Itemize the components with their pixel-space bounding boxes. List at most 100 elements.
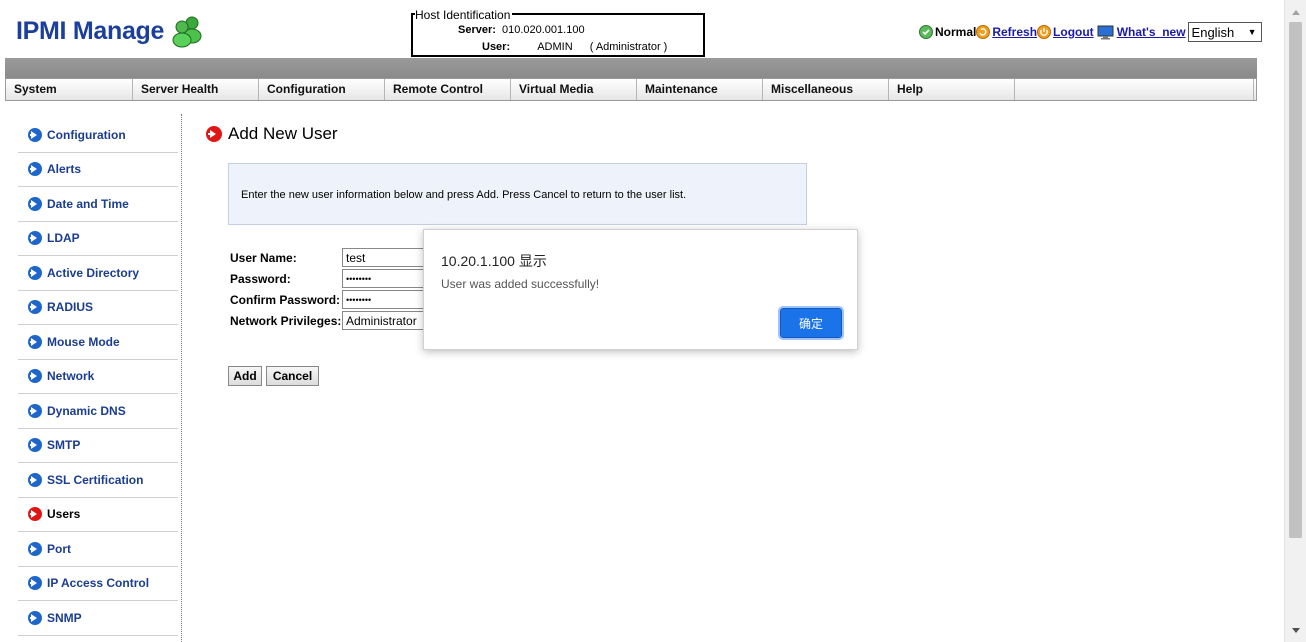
add-button[interactable]: Add	[228, 366, 262, 386]
refresh-label[interactable]: Refresh	[992, 25, 1037, 39]
sidebar-divider	[181, 114, 182, 642]
confirm-password-row: Confirm Password: ••••••••	[230, 290, 424, 309]
confirm-password-label: Confirm Password:	[230, 292, 341, 307]
sidebar-item-label: LDAP	[47, 231, 80, 246]
sidebar-item-label: Users	[47, 507, 81, 522]
nav-item-server-health[interactable]: Server Health	[133, 79, 259, 100]
sidebar-item-smtp[interactable]: SMTP	[18, 429, 178, 463]
arrow-circle-icon	[28, 507, 42, 522]
cancel-button[interactable]: Cancel	[266, 366, 319, 386]
whats-new-link[interactable]: What's new	[1097, 25, 1186, 40]
nav-item-system[interactable]: System	[6, 79, 133, 100]
sidebar-item-label: Port	[47, 541, 71, 556]
sidebar-item-label: Date and Time	[47, 196, 129, 211]
sidebar-item-port[interactable]: Port	[18, 532, 178, 567]
host-server-label: Server:	[458, 24, 496, 36]
page-title: Add New User	[206, 124, 338, 144]
username-label: User Name:	[230, 250, 297, 265]
arrow-circle-icon	[28, 576, 42, 591]
sidebar-item-label: SMTP	[47, 438, 81, 453]
language-value: English	[1191, 24, 1235, 40]
nav-item-virtual-media[interactable]: Virtual Media	[511, 79, 637, 100]
host-identification-box: Host Identification Server: 010.020.001.…	[411, 9, 705, 57]
logout-label[interactable]: Logout	[1053, 25, 1094, 39]
info-text: Enter the new user information below and…	[241, 189, 687, 201]
sidebar-item-alerts[interactable]: Alerts	[18, 153, 178, 187]
privileges-label: Network Privileges:	[230, 313, 342, 328]
sidebar-item-ldap[interactable]: LDAP	[18, 222, 178, 256]
sidebar-item-label: Mouse Mode	[47, 334, 120, 349]
arrow-circle-icon	[28, 127, 42, 142]
scrollbar-thumb[interactable]	[1289, 22, 1302, 538]
sidebar-item-ip-access-control[interactable]: IP Access Control	[18, 567, 178, 601]
host-user-label: User:	[482, 41, 511, 53]
arrow-circle-icon	[28, 610, 42, 625]
alert-dialog: 10.20.1.100 显示 User was added successful…	[423, 229, 858, 350]
password-input[interactable]: ••••••••	[342, 269, 424, 288]
dialog-ok-button[interactable]: 确定	[778, 306, 844, 340]
arrow-circle-icon	[28, 541, 42, 556]
sidebar-item-mouse-mode[interactable]: Mouse Mode	[18, 325, 178, 360]
host-user-role: ( Administrator )	[589, 41, 668, 53]
host-user-row: User: ADMIN ( Administrator )	[482, 41, 667, 53]
sidebar-item-label: IP Access Control	[47, 576, 150, 591]
logout-link[interactable]: Logout	[1037, 25, 1094, 39]
header: IPMI Manage Host Identification Server: …	[0, 0, 1284, 58]
arrow-circle-icon	[28, 196, 42, 211]
sidebar-item-radius[interactable]: RADIUS	[18, 291, 178, 325]
host-identification-title: Host Identification	[415, 8, 513, 22]
sidebar-item-label: Active Directory	[47, 265, 140, 280]
status-ok-icon	[919, 25, 933, 39]
arrow-circle-icon	[28, 162, 42, 177]
sidebar-item-dynamic-dns[interactable]: Dynamic DNS	[18, 394, 178, 429]
sidebar-item-ssl-certification[interactable]: SSL Certification	[18, 463, 178, 498]
whats-new-label[interactable]: What's new	[1117, 25, 1186, 39]
sidebar-item-date-and-time[interactable]: Date and Time	[18, 187, 178, 222]
refresh-icon	[976, 25, 991, 39]
arrow-circle-icon	[28, 472, 42, 487]
title-arrow-icon	[206, 126, 222, 142]
scroll-up-arrow-icon[interactable]	[1292, 10, 1300, 15]
sidebar-item-label: Network	[47, 369, 95, 384]
arrow-circle-icon	[28, 265, 42, 280]
sidebar-item-label: Alerts	[47, 162, 82, 177]
dropdown-arrow-icon: ▼	[1247, 27, 1257, 37]
arrow-circle-icon	[28, 334, 42, 349]
nav-item-configuration[interactable]: Configuration	[259, 79, 385, 100]
arrow-circle-icon	[28, 231, 42, 246]
dialog-title: 10.20.1.100 显示	[441, 253, 547, 269]
scroll-down-arrow-icon[interactable]	[1292, 628, 1300, 633]
users-logo-icon	[172, 16, 202, 48]
sidebar: Configuration Alerts Date and Time LDAP Acti…	[18, 118, 178, 636]
nav-top-strip	[5, 58, 1257, 78]
sidebar-item-snmp[interactable]: SNMP	[18, 601, 178, 636]
sidebar-item-network[interactable]: Network	[18, 360, 178, 394]
arrow-circle-icon	[28, 300, 42, 315]
nav-item-spacer	[1015, 79, 1254, 100]
main-nav: System Server Health Configuration Remote C…	[5, 78, 1257, 101]
sidebar-item-users[interactable]: Users	[18, 498, 178, 532]
logo-text: IPMI Manage	[16, 16, 165, 45]
status-indicator: Normal	[919, 25, 976, 39]
logo: IPMI Manage	[16, 14, 204, 48]
sidebar-item-configuration[interactable]: Configuration	[18, 118, 178, 153]
monitor-icon	[1097, 25, 1114, 39]
sidebar-item-label: RADIUS	[47, 300, 94, 315]
confirm-password-input[interactable]: ••••••••	[342, 290, 424, 309]
privileges-select[interactable]: Administrator	[342, 311, 424, 330]
nav-item-miscellaneous[interactable]: Miscellaneous	[763, 79, 889, 100]
password-label: Password:	[230, 271, 291, 286]
host-server-row: Server: 010.020.001.100	[458, 24, 585, 36]
username-input[interactable]: test	[342, 248, 424, 267]
dialog-message: User was added successfully!	[441, 277, 600, 291]
page-scrollbar[interactable]	[1284, 0, 1306, 642]
language-select[interactable]: English ▼	[1187, 22, 1262, 42]
sidebar-item-active-directory[interactable]: Active Directory	[18, 256, 178, 291]
top-toolbar: Normal Refresh Logout What's new English…	[919, 22, 1262, 42]
nav-item-maintenance[interactable]: Maintenance	[637, 79, 763, 100]
refresh-link[interactable]: Refresh	[976, 25, 1037, 39]
nav-item-remote-control[interactable]: Remote Control	[385, 79, 511, 100]
nav-item-help[interactable]: Help	[889, 79, 1015, 100]
arrow-circle-icon	[28, 438, 42, 453]
host-server-value: 010.020.001.100	[501, 24, 585, 36]
